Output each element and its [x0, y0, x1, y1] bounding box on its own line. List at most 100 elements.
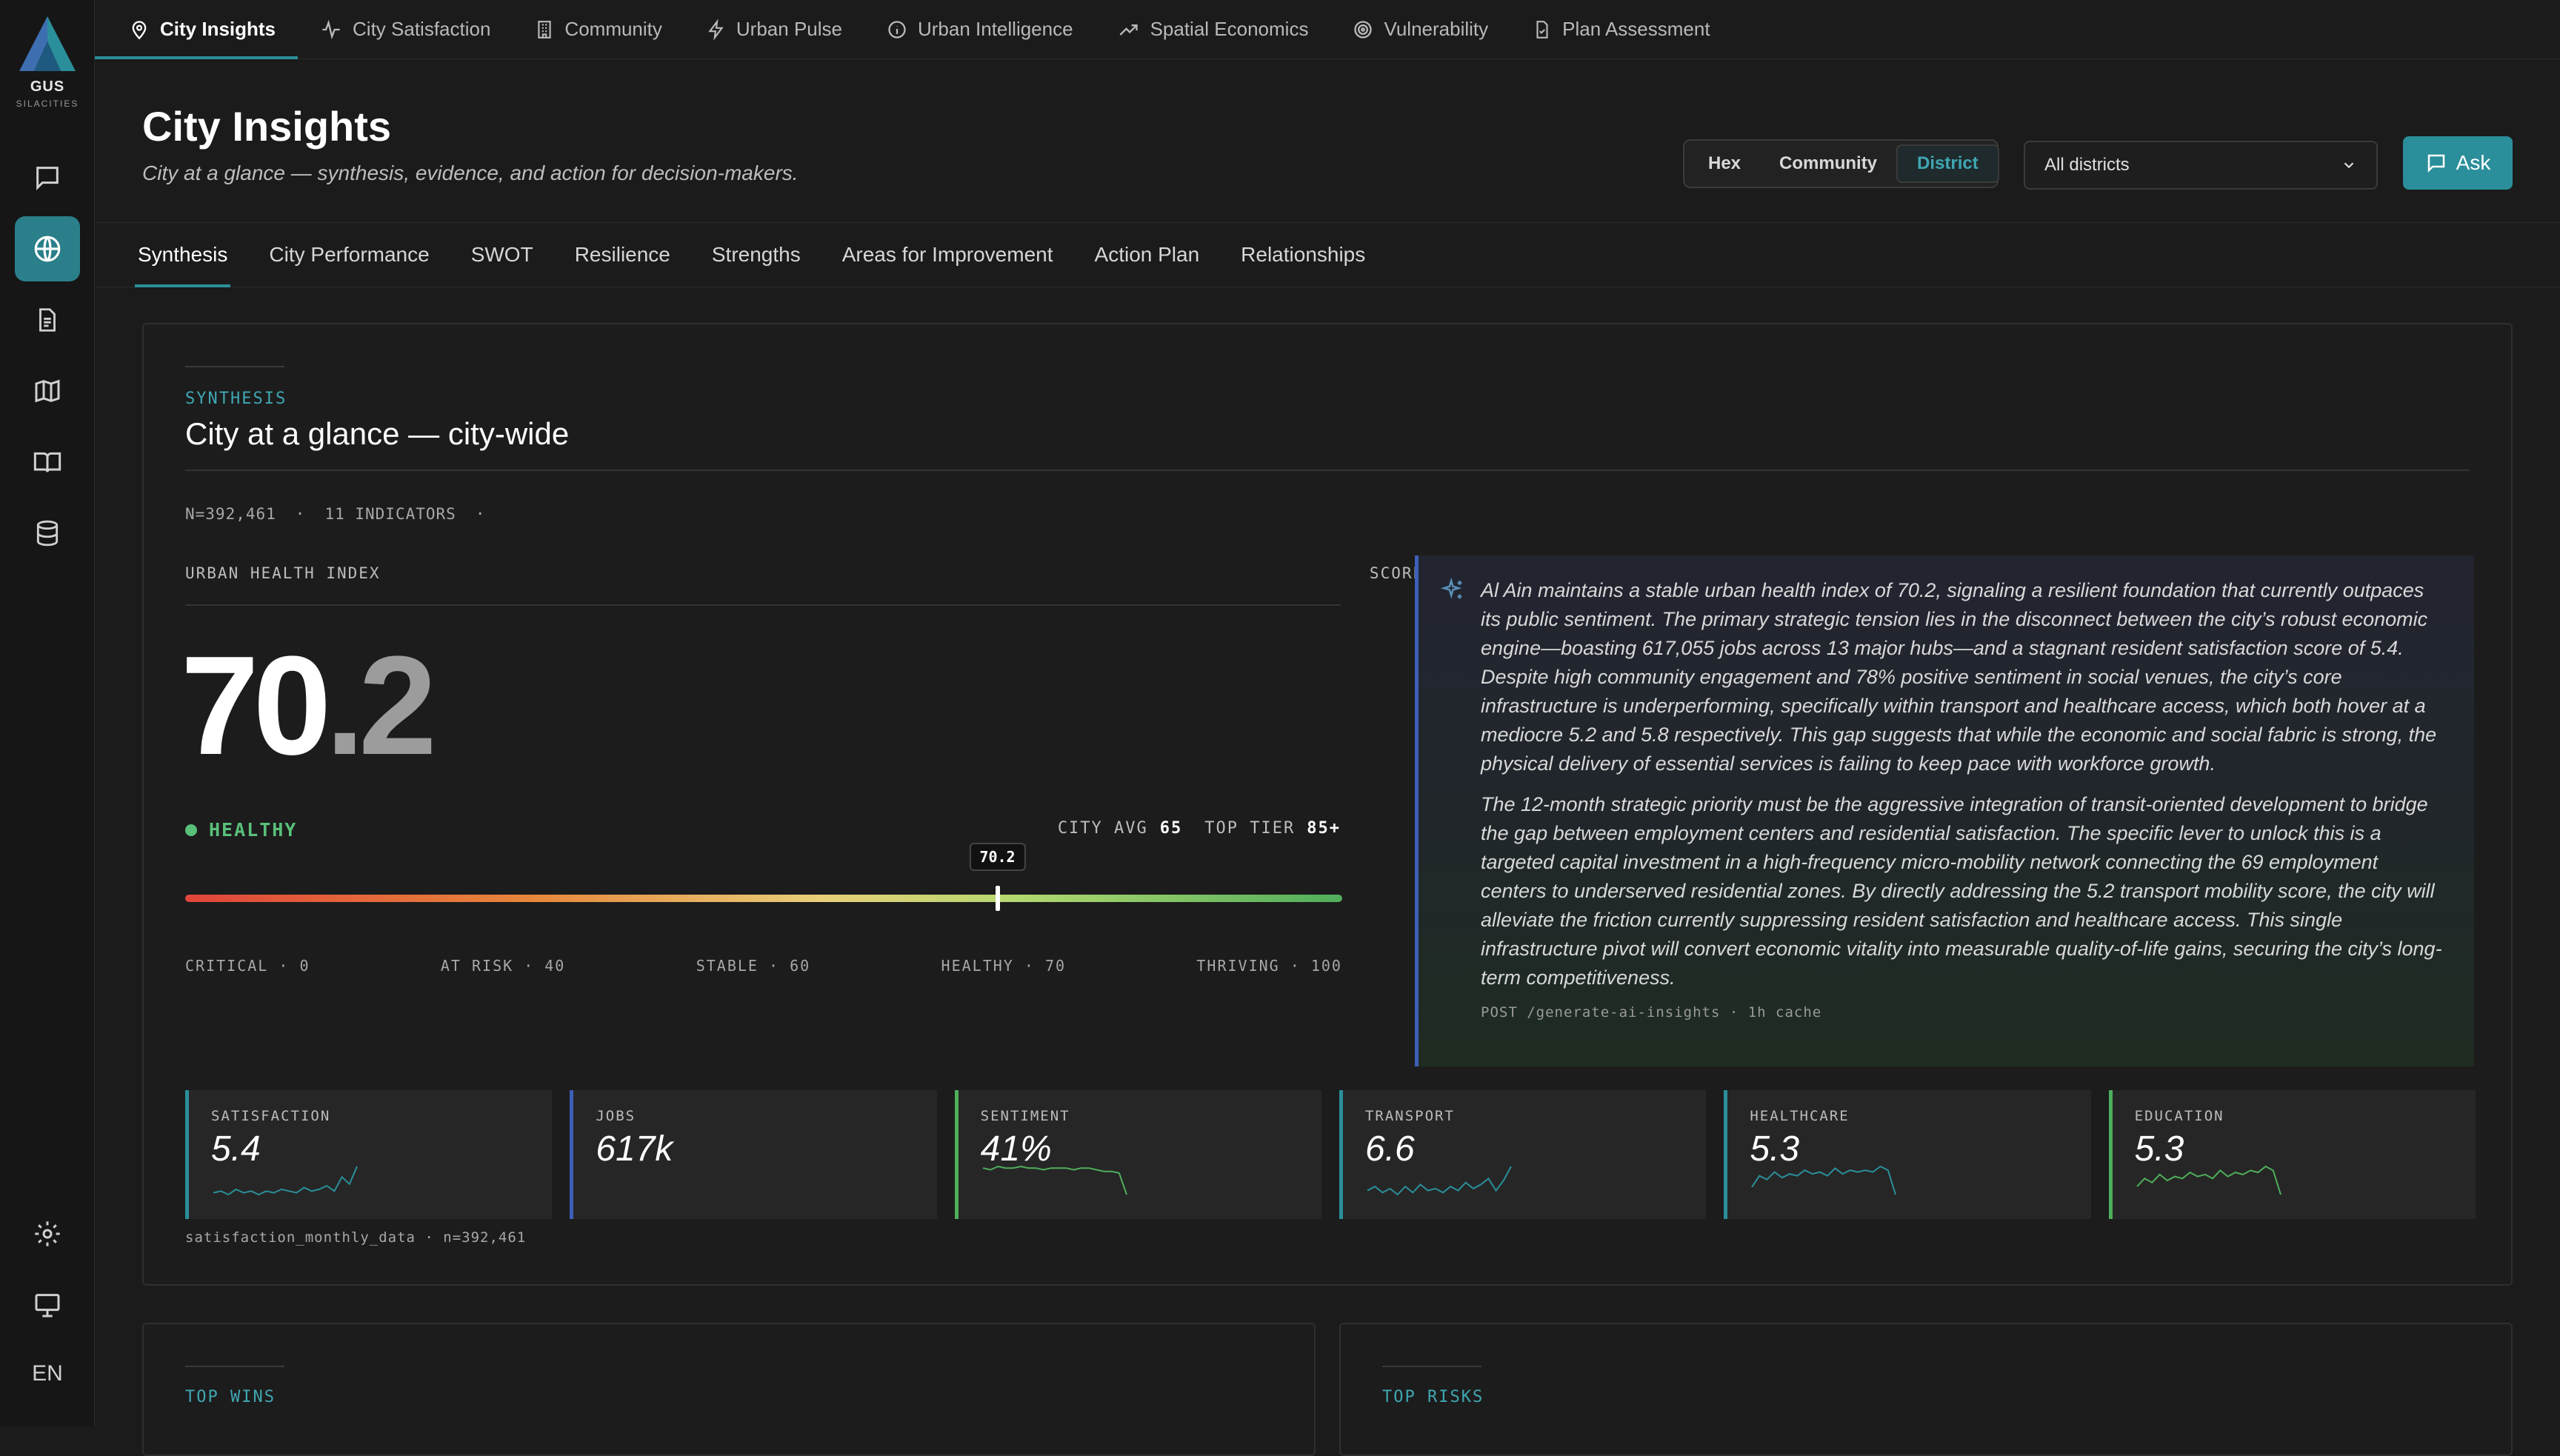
message-square-icon	[36, 167, 59, 190]
message-square-icon	[2427, 154, 2444, 173]
kpi-jobs[interactable]: JOBS 617k	[570, 1090, 937, 1219]
top-risks-card: TOP RISKS	[1339, 1323, 2513, 1456]
insight-source: POST /generate-ai-insights · 1h cache	[1481, 1004, 1822, 1021]
gauge-labels: CRITICAL · 0 AT RISK · 40 STABLE · 60 HE…	[185, 957, 1342, 975]
topnav-label: Urban Intelligence	[917, 18, 1073, 40]
meta-indicators: 11 INDICATORS	[324, 505, 456, 523]
topnav-vulnerability[interactable]: Vulnerability	[1353, 0, 1510, 59]
file-text-icon	[39, 308, 56, 332]
segment-hex[interactable]: Hex	[1689, 144, 1760, 183]
tab-synthesis[interactable]: Synthesis	[134, 223, 231, 287]
tab-resilience[interactable]: Resilience	[575, 223, 670, 287]
synthesis-card: SYNTHESIS City at a glance — city-wide N…	[142, 323, 2513, 1286]
sidebar: GUS SILACITIES EN	[0, 0, 95, 1426]
kpi-satisfaction[interactable]: SATISFACTION 5.4	[185, 1090, 553, 1219]
topnav-city-satisfaction[interactable]: City Satisfaction	[320, 0, 513, 59]
ask-button[interactable]: Ask	[2403, 136, 2513, 190]
topnav-community[interactable]: Community	[535, 0, 684, 59]
target-icon	[1354, 20, 1373, 39]
sidebar-settings-button[interactable]	[15, 1201, 80, 1266]
kpi-value: 6.6	[1364, 1129, 1415, 1169]
card-accent-rule	[185, 366, 284, 367]
gauge-label: AT RISK · 40	[440, 957, 566, 975]
kpi-education[interactable]: EDUCATION 5.3	[2108, 1090, 2476, 1219]
sidebar-document-button[interactable]	[15, 287, 80, 353]
segment-district[interactable]: District	[1896, 144, 1999, 183]
sparkline-path	[1751, 1165, 1897, 1195]
monitor-icon	[35, 1294, 60, 1318]
activity-icon	[322, 19, 340, 39]
sidebar-database-button[interactable]	[15, 501, 80, 566]
top-risks-kicker: TOP RISKS	[1382, 1388, 1484, 1406]
topnav-label: Urban Pulse	[736, 18, 842, 40]
divider	[185, 470, 2470, 471]
page-title: City Insights	[142, 103, 392, 150]
status-badge: HEALTHY	[185, 819, 297, 841]
district-select[interactable]: All districts	[2024, 141, 2378, 190]
kpi-label: SENTIMENT	[980, 1108, 1070, 1124]
brand-sub: SILACITIES	[16, 98, 79, 109]
topnav-urban-pulse[interactable]: Urban Pulse	[707, 0, 864, 59]
brand-logo[interactable]: GUS SILACITIES	[0, 16, 95, 109]
granularity-segment: Hex Community District	[1683, 139, 1999, 188]
trend-icon	[1119, 24, 1138, 36]
info-icon	[888, 20, 906, 39]
topnav-label: Community	[564, 18, 662, 40]
kpi-sparkline	[2136, 1165, 2281, 1195]
tab-areas-for-improvement[interactable]: Areas for Improvement	[842, 223, 1053, 287]
topnav-city-insights[interactable]: City Insights	[94, 0, 299, 59]
kpi-sparkline	[1751, 1165, 1897, 1195]
tab-strengths[interactable]: Strengths	[712, 223, 801, 287]
kpi-healthcare[interactable]: HEALTHCARE 5.3	[1724, 1090, 2091, 1219]
topnav-urban-intelligence[interactable]: Urban Intelligence	[887, 0, 1096, 59]
topnav-spatial-economics[interactable]: Spatial Economics	[1118, 0, 1331, 59]
sidebar-book-button[interactable]	[15, 430, 80, 495]
map-pin-icon	[132, 20, 147, 39]
file-check-icon	[1536, 20, 1548, 39]
meta-separator: ·	[295, 505, 306, 523]
kpi-value: 41%	[980, 1129, 1052, 1169]
gauge-label: HEALTHY · 70	[941, 957, 1067, 975]
sidebar-globe-button[interactable]	[15, 216, 80, 281]
sparkle-icon	[1441, 578, 1462, 599]
top-wins-kicker: TOP WINS	[185, 1388, 276, 1406]
tab-action-plan[interactable]: Action Plan	[1095, 223, 1200, 287]
insight-paragraph: The 12-month strategic priority must be …	[1481, 793, 2442, 989]
logo-mark-icon	[19, 16, 76, 71]
sidebar-display-button[interactable]	[15, 1272, 80, 1338]
brand-name: GUS	[30, 79, 65, 95]
gauge-marker	[995, 886, 1000, 911]
book-open-icon	[33, 452, 61, 472]
meta-separator: ·	[475, 505, 486, 523]
top-tier-value: 85+	[1307, 819, 1341, 838]
topnav-plan-assessment[interactable]: Plan Assessment	[1533, 0, 1732, 59]
chevron-down-icon	[2344, 162, 2354, 169]
card-accent-rule	[1382, 1366, 1481, 1367]
kpi-label: HEALTHCARE	[1750, 1108, 1850, 1124]
sidebar-chat-button[interactable]	[15, 145, 80, 210]
kpi-sparkline	[213, 1166, 358, 1196]
tab-relationships[interactable]: Relationships	[1241, 223, 1365, 287]
gauge-label: THRIVING · 100	[1196, 957, 1342, 975]
section-kicker: SYNTHESIS	[185, 390, 287, 408]
section-tabs: Synthesis City Performance SWOT Resilien…	[95, 222, 2560, 287]
tab-city-performance[interactable]: City Performance	[269, 223, 429, 287]
bolt-icon	[708, 19, 724, 40]
gauge-label: CRITICAL · 0	[185, 957, 310, 975]
kpi-value: 617k	[596, 1129, 673, 1169]
topnav-label: Plan Assessment	[1562, 18, 1710, 40]
map-icon	[35, 379, 60, 403]
kpi-sentiment[interactable]: SENTIMENT 41%	[954, 1090, 1321, 1219]
topnav-label: Spatial Economics	[1150, 18, 1309, 40]
topnav-label: Vulnerability	[1384, 18, 1489, 40]
meta-line: N=392,461 · 11 INDICATORS ·	[185, 505, 485, 523]
database-icon	[36, 520, 59, 547]
language-toggle[interactable]: EN	[0, 1361, 95, 1386]
top-tier-label: TOP TIER	[1204, 819, 1296, 838]
tab-swot[interactable]: SWOT	[471, 223, 533, 287]
kpi-transport[interactable]: TRANSPORT 6.6	[1339, 1090, 1707, 1219]
topnav-label: City Insights	[160, 18, 276, 40]
segment-community[interactable]: Community	[1760, 144, 1896, 183]
sidebar-map-button[interactable]	[15, 358, 80, 424]
city-avg-value: 65	[1159, 819, 1183, 838]
